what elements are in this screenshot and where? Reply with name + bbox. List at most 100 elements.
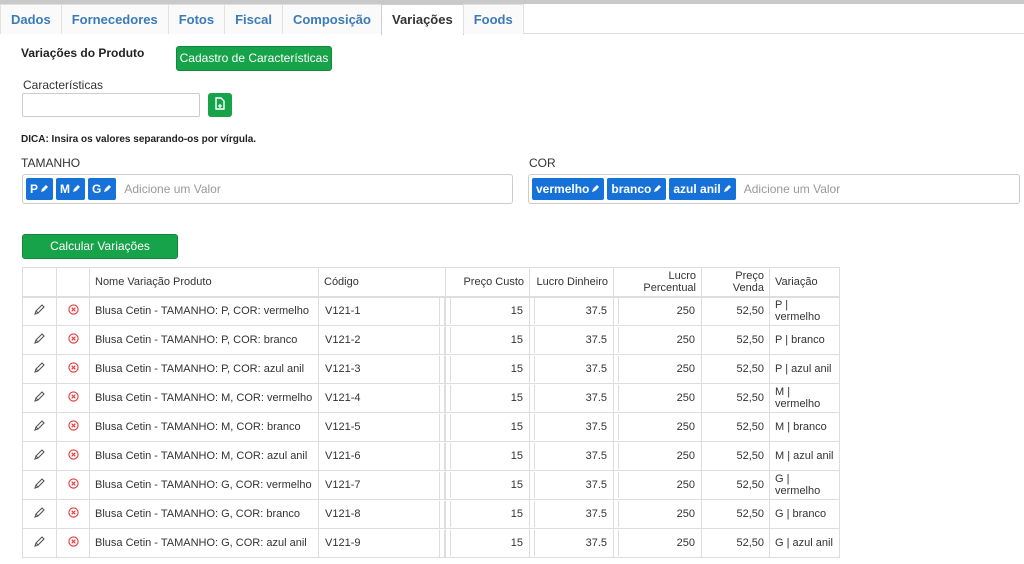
tamanho-tag-input[interactable]: P M G Adicione um Valor: [22, 174, 513, 204]
code-input[interactable]: V121-7: [319, 471, 445, 499]
number-input[interactable]: 250: [618, 414, 701, 440]
number-input[interactable]: 15: [450, 443, 529, 469]
code-cell: V121-6: [318, 441, 446, 471]
variation-cell: M | branco: [769, 412, 840, 442]
value-tag[interactable]: P: [26, 178, 54, 200]
number-input[interactable]: 15: [450, 298, 529, 325]
number-input[interactable]: 37.5: [534, 472, 613, 498]
code-value: V121-9: [325, 537, 361, 549]
remove-circle-icon[interactable]: [67, 304, 79, 318]
pencil-icon[interactable]: [38, 178, 49, 200]
pencil-icon[interactable]: [33, 507, 46, 522]
variation-cell: P | vermelho: [769, 296, 840, 326]
number-cell: 15: [445, 528, 530, 558]
tab-fiscal[interactable]: Fiscal: [224, 4, 283, 34]
code-input[interactable]: V121-6: [319, 442, 445, 470]
caracteristicas-input[interactable]: [22, 93, 200, 117]
number-input[interactable]: 15: [450, 385, 529, 411]
pencil-icon[interactable]: [33, 362, 46, 377]
number-input[interactable]: 15: [450, 472, 529, 498]
add-caracteristica-button[interactable]: [208, 93, 232, 117]
pencil-icon[interactable]: [721, 178, 732, 200]
number-cell: 250: [613, 441, 702, 471]
code-input[interactable]: V121-5: [319, 413, 445, 441]
tab-fotos[interactable]: Fotos: [167, 4, 226, 34]
remove-circle-icon[interactable]: [67, 420, 79, 434]
value-tag[interactable]: M: [56, 178, 86, 200]
remove-circle-icon[interactable]: [67, 478, 79, 492]
variacoes-table: Nome Variação Produto Código Preço Custo Lu…: [22, 267, 840, 558]
number-input[interactable]: 37.5: [534, 443, 613, 469]
tab-foods[interactable]: Foods: [462, 4, 524, 34]
number-input[interactable]: 250: [618, 356, 701, 382]
pencil-icon[interactable]: [33, 304, 46, 319]
pencil-icon[interactable]: [33, 333, 46, 348]
sale-price-cell: 52,50: [701, 412, 770, 442]
remove-circle-icon[interactable]: [67, 362, 79, 376]
pencil-icon[interactable]: [101, 178, 112, 200]
number-input[interactable]: 37.5: [534, 327, 613, 353]
number-input[interactable]: 15: [450, 414, 529, 440]
number-input[interactable]: 250: [618, 385, 701, 411]
tab-fornecedores[interactable]: Fornecedores: [60, 4, 169, 34]
number-input[interactable]: 15: [450, 327, 529, 353]
number-input[interactable]: 37.5: [534, 530, 613, 556]
tab-composição[interactable]: Composição: [281, 4, 382, 34]
code-cell: V121-4: [318, 383, 446, 413]
value-tag[interactable]: azul anil: [669, 178, 736, 200]
number-input[interactable]: 250: [618, 501, 701, 527]
number-cell: 15: [445, 354, 530, 384]
value-tag[interactable]: vermelho: [532, 178, 605, 200]
value-tag[interactable]: G: [88, 178, 117, 200]
tag-label: vermelho: [536, 182, 590, 196]
number-input[interactable]: 250: [618, 443, 701, 469]
remove-circle-icon[interactable]: [67, 449, 79, 463]
value-tag[interactable]: branco: [607, 178, 667, 200]
pencil-icon[interactable]: [33, 536, 46, 551]
table-row: Blusa Cetin - TAMANHO: M, COR: vermelho V…: [22, 383, 840, 413]
number-input[interactable]: 37.5: [534, 356, 613, 382]
remove-circle-icon[interactable]: [67, 507, 79, 521]
code-input[interactable]: V121-8: [319, 500, 445, 528]
pencil-icon[interactable]: [589, 178, 600, 200]
column-header: Lucro Percentual: [613, 267, 702, 298]
number-input[interactable]: 15: [450, 501, 529, 527]
tab-dados[interactable]: Dados: [0, 4, 62, 34]
number-input[interactable]: 15: [450, 530, 529, 556]
input-divider: [439, 355, 445, 383]
code-input[interactable]: V121-1: [319, 297, 445, 325]
code-input[interactable]: V121-2: [319, 326, 445, 354]
remove-circle-icon[interactable]: [67, 391, 79, 405]
pencil-icon[interactable]: [33, 420, 46, 435]
table-row: Blusa Cetin - TAMANHO: M, COR: branco V12…: [22, 412, 840, 442]
pencil-icon[interactable]: [33, 449, 46, 464]
cor-tag-input[interactable]: vermelho branco azul anil Adicione um Valor: [528, 174, 1020, 204]
pencil-icon[interactable]: [70, 178, 81, 200]
code-input[interactable]: V121-4: [319, 384, 445, 412]
variation-cell: M | vermelho: [769, 383, 840, 413]
number-input[interactable]: 250: [618, 530, 701, 556]
pencil-icon[interactable]: [651, 178, 662, 200]
cadastro-caracteristicas-button[interactable]: Cadastro de Características: [176, 46, 332, 71]
number-cell: 15: [445, 470, 530, 500]
number-input[interactable]: 250: [618, 298, 701, 325]
number-input[interactable]: 15: [450, 356, 529, 382]
section-title: Variações do Produto: [21, 46, 145, 60]
sale-price-cell: 52,50: [701, 325, 770, 355]
pencil-icon[interactable]: [33, 478, 46, 493]
number-input[interactable]: 250: [618, 472, 701, 498]
pencil-icon[interactable]: [33, 391, 46, 406]
tab-variações[interactable]: Variações: [380, 4, 464, 35]
number-input[interactable]: 37.5: [534, 501, 613, 527]
tag-label: branco: [611, 182, 652, 196]
code-input[interactable]: V121-3: [319, 355, 445, 383]
number-input[interactable]: 37.5: [534, 298, 613, 325]
number-input[interactable]: 37.5: [534, 414, 613, 440]
remove-circle-icon[interactable]: [67, 536, 79, 550]
remove-circle-icon[interactable]: [67, 333, 79, 347]
number-input[interactable]: 37.5: [534, 385, 613, 411]
number-input[interactable]: 250: [618, 327, 701, 353]
calcular-variacoes-button[interactable]: Calcular Variações: [22, 234, 178, 259]
code-input[interactable]: V121-9: [319, 529, 445, 557]
sale-price-cell: 52,50: [701, 441, 770, 471]
